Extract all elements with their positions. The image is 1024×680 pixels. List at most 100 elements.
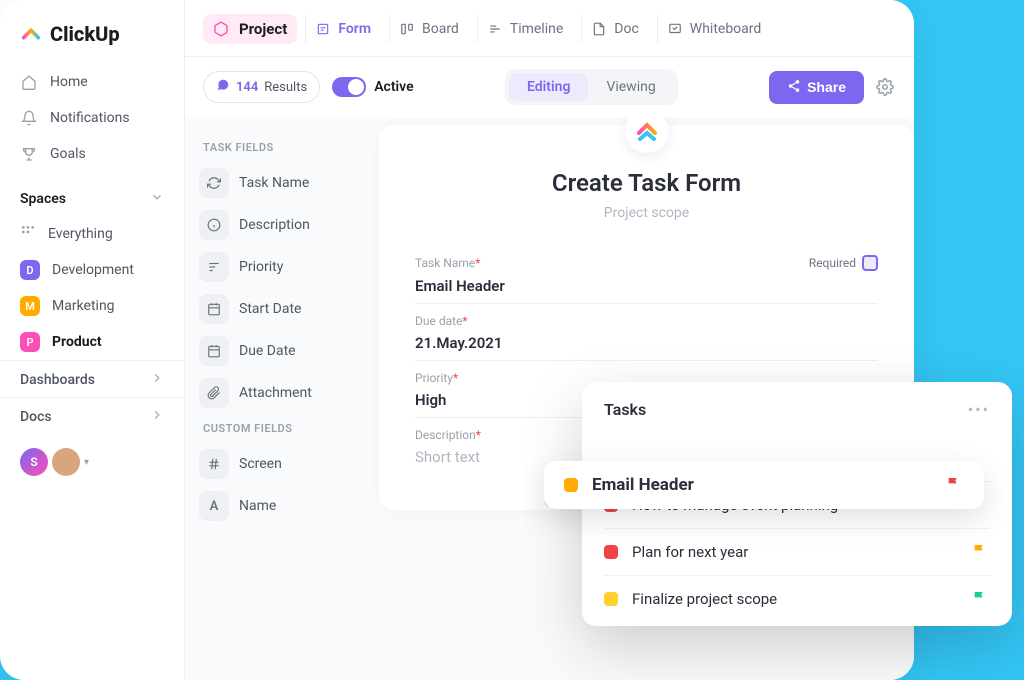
nav-label: Goals — [50, 146, 86, 162]
doc-icon — [592, 21, 608, 37]
field-label: Screen — [239, 456, 282, 472]
custom-fields-header: CUSTOM FIELDS — [199, 414, 351, 443]
status-square — [604, 545, 618, 559]
tab-label: Whiteboard — [690, 21, 762, 37]
chevron-right-icon — [150, 371, 164, 389]
space-badge: M — [20, 296, 40, 316]
hash-icon — [199, 449, 229, 479]
view-tabs: Project Form Board Timeline Doc Whiteboa… — [185, 0, 914, 57]
space-development[interactable]: D Development — [0, 252, 184, 288]
nav-label: Home — [50, 74, 88, 90]
field-screen[interactable]: Screen — [199, 443, 351, 485]
space-marketing[interactable]: M Marketing — [0, 288, 184, 324]
task-item-floating[interactable]: Email Header — [544, 461, 984, 509]
tab-whiteboard[interactable]: Whiteboard — [657, 15, 772, 43]
required-checkbox[interactable] — [862, 255, 878, 271]
calendar-icon — [199, 294, 229, 324]
text-icon: A — [199, 491, 229, 521]
home-icon — [20, 73, 38, 91]
caret-down-icon: ▾ — [84, 457, 89, 468]
field-task-name[interactable]: Task Name — [199, 162, 351, 204]
task-name: Plan for next year — [632, 543, 958, 561]
results-count[interactable]: 144 Results — [203, 71, 320, 103]
field-label: Task Name — [239, 175, 309, 191]
chevron-right-icon — [150, 408, 164, 426]
tasks-title: Tasks — [604, 400, 646, 419]
avatar — [52, 448, 80, 476]
tab-timeline[interactable]: Timeline — [477, 15, 573, 43]
clickup-logo-icon — [20, 23, 42, 45]
project-label: Project — [239, 20, 287, 38]
tab-doc[interactable]: Doc — [581, 15, 649, 43]
field-attachment[interactable]: Attachment — [199, 372, 351, 414]
nav-notifications[interactable]: Notifications — [0, 100, 184, 136]
grid-icon — [20, 224, 36, 244]
dashboards-header[interactable]: Dashboards — [0, 360, 184, 397]
field-priority[interactable]: Priority — [199, 246, 351, 288]
chevron-down-icon — [150, 190, 164, 208]
flag-icon[interactable] — [972, 543, 990, 561]
bell-icon — [20, 109, 38, 127]
project-chip[interactable]: Project — [203, 14, 297, 44]
field-value[interactable]: Email Header — [415, 271, 878, 295]
sidebar: ClickUp Home Notifications Goals Spaces … — [0, 0, 185, 680]
docs-header[interactable]: Docs — [0, 397, 184, 434]
settings-button[interactable] — [876, 77, 896, 97]
tab-label: Board — [422, 21, 459, 37]
active-toggle[interactable]: Active — [332, 77, 413, 97]
logo[interactable]: ClickUp — [0, 0, 184, 64]
field-due-date[interactable]: Due Date — [199, 330, 351, 372]
avatar: S — [20, 448, 48, 476]
form-row-task-name[interactable]: Task Name* Required Email Header — [415, 245, 878, 304]
form-row-due-date[interactable]: Due date* 21.May.2021 — [415, 304, 878, 361]
calendar-icon — [199, 336, 229, 366]
nav-home[interactable]: Home — [0, 64, 184, 100]
space-product[interactable]: P Product — [0, 324, 184, 360]
field-label: Description — [239, 217, 310, 233]
results-number: 144 — [236, 80, 258, 95]
refresh-icon — [199, 168, 229, 198]
field-label: Priority — [239, 259, 283, 275]
share-icon — [787, 79, 801, 96]
task-item[interactable]: Finalize project scope — [604, 575, 990, 622]
cube-icon — [213, 20, 231, 38]
field-description[interactable]: Description — [199, 204, 351, 246]
viewing-button[interactable]: Viewing — [588, 73, 673, 101]
status-square — [564, 478, 578, 492]
form-icon — [316, 21, 332, 37]
nav-goals[interactable]: Goals — [0, 136, 184, 172]
toggle-switch[interactable] — [332, 77, 366, 97]
space-everything[interactable]: Everything — [0, 216, 184, 252]
task-item[interactable]: Plan for next year — [604, 528, 990, 575]
info-icon — [199, 210, 229, 240]
field-label: Due Date — [239, 343, 296, 359]
more-icon[interactable]: ••• — [968, 400, 990, 419]
tab-label: Doc — [614, 21, 639, 37]
space-badge: D — [20, 260, 40, 280]
field-label: Task Name* — [415, 256, 480, 270]
field-start-date[interactable]: Start Date — [199, 288, 351, 330]
field-name[interactable]: AName — [199, 485, 351, 527]
tab-board[interactable]: Board — [389, 15, 469, 43]
flag-icon[interactable] — [946, 476, 964, 494]
share-label: Share — [807, 79, 846, 95]
section-label: Dashboards — [20, 372, 95, 388]
spaces-header[interactable]: Spaces — [0, 180, 184, 216]
user-avatars[interactable]: S ▾ — [0, 434, 184, 490]
board-icon — [400, 21, 416, 37]
field-label: Start Date — [239, 301, 301, 317]
status-square — [604, 592, 618, 606]
toggle-label: Active — [374, 79, 413, 95]
field-value[interactable]: 21.May.2021 — [415, 328, 878, 352]
tab-form[interactable]: Form — [305, 15, 381, 43]
required-text: Required — [809, 256, 856, 270]
trophy-icon — [20, 145, 38, 163]
tasks-popup: Tasks ••• Email Header How to manage eve… — [582, 382, 1012, 626]
editing-button[interactable]: Editing — [509, 73, 588, 101]
section-label: Spaces — [20, 191, 66, 207]
required-indicator[interactable]: Required — [809, 255, 878, 271]
flag-icon[interactable] — [972, 590, 990, 608]
form-title: Create Task Form — [415, 169, 878, 197]
brand-text: ClickUp — [50, 22, 120, 46]
share-button[interactable]: Share — [769, 71, 864, 104]
